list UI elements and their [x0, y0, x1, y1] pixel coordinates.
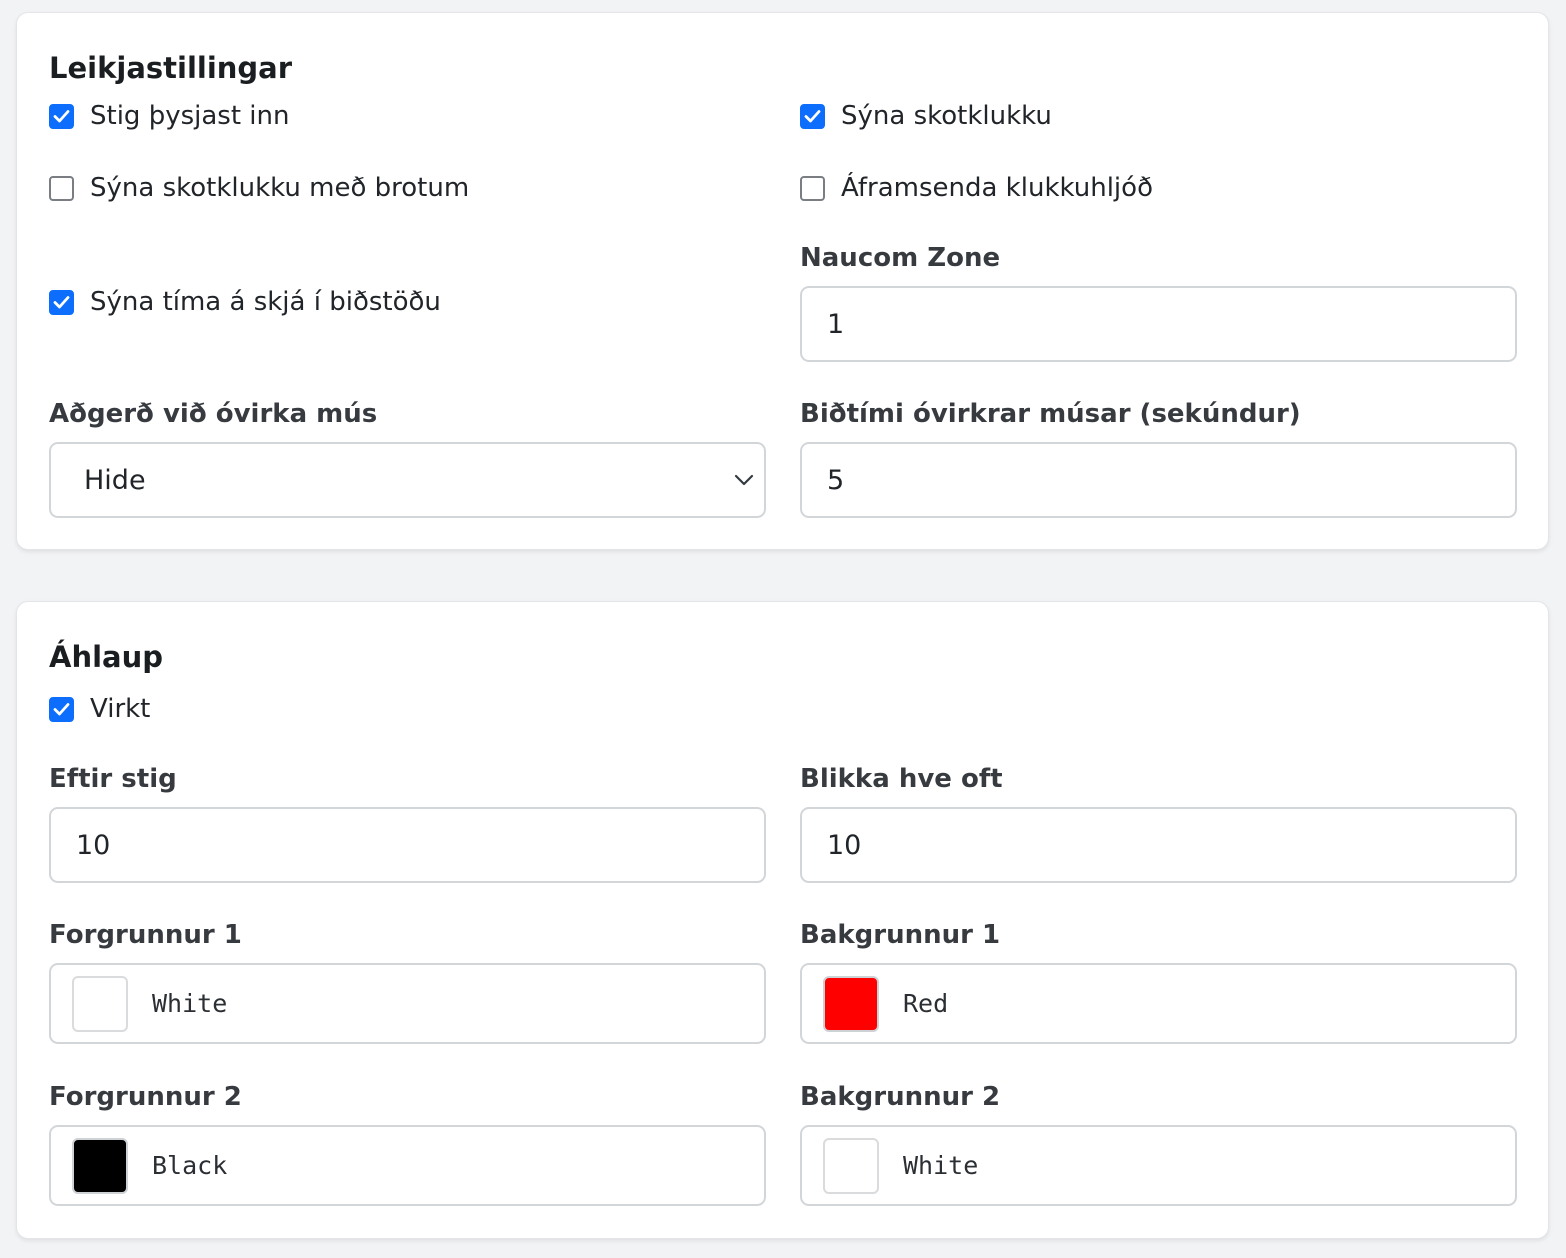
show-shot-clock-fractions-checkbox[interactable]: [49, 175, 74, 201]
checkmark-icon: [53, 296, 70, 309]
background-2-color-name: White: [903, 1151, 979, 1180]
after-points-label: Eftir stig: [49, 764, 177, 794]
show-shot-clock-fractions-checkbox-row[interactable]: Sýna skotklukku með brotum: [49, 173, 469, 203]
attack-enabled-label: Virkt: [90, 694, 151, 724]
idle-mouse-timeout-input[interactable]: 5: [800, 442, 1517, 518]
idle-mouse-action-value: Hide: [84, 464, 146, 496]
attack-title: Áhlaup: [49, 640, 164, 674]
foreground-2-color-picker[interactable]: Black: [49, 1125, 766, 1206]
chevron-down-icon: [734, 474, 754, 486]
scores-stack-checkbox[interactable]: [49, 103, 74, 129]
attack-enabled-checkbox[interactable]: [49, 696, 74, 722]
background-1-color-picker[interactable]: Red: [800, 963, 1517, 1044]
game-settings-title: Leikjastillingar: [49, 51, 293, 85]
foreground-2-label: Forgrunnur 2: [49, 1082, 242, 1112]
attack-card: Áhlaup Virkt Eftir stig 10 Blikka hve of…: [16, 601, 1549, 1239]
checkmark-icon: [53, 703, 70, 716]
idle-mouse-action-select[interactable]: Hide: [49, 442, 766, 518]
blink-frequency-input[interactable]: 10: [800, 807, 1517, 883]
background-2-label: Bakgrunnur 2: [800, 1082, 1001, 1112]
idle-mouse-timeout-value: 5: [827, 464, 845, 496]
checkmark-icon: [53, 110, 70, 123]
show-time-idle-checkbox-row[interactable]: Sýna tíma á skjá í biðstöðu: [49, 287, 441, 317]
show-shot-clock-fractions-label: Sýna skotklukku með brotum: [90, 173, 470, 203]
show-shot-clock-label: Sýna skotklukku: [841, 101, 1052, 131]
show-time-idle-checkbox[interactable]: [49, 289, 74, 315]
naucom-zone-label: Naucom Zone: [800, 243, 1001, 273]
background-2-color-picker[interactable]: White: [800, 1125, 1517, 1206]
checkmark-icon: [804, 110, 821, 123]
idle-mouse-timeout-label: Biðtími óvirkrar músar (sekúndur): [800, 399, 1301, 429]
naucom-zone-input[interactable]: 1: [800, 286, 1517, 362]
foreground-1-swatch[interactable]: [72, 975, 128, 1032]
forward-clock-sound-label: Áframsenda klukkuhljóð: [841, 173, 1153, 203]
foreground-2-swatch[interactable]: [72, 1137, 128, 1194]
blink-frequency-label: Blikka hve oft: [800, 764, 1003, 794]
background-1-label: Bakgrunnur 1: [800, 920, 1001, 950]
naucom-zone-value: 1: [827, 308, 845, 340]
idle-mouse-action-label: Aðgerð við óvirka mús: [49, 399, 378, 429]
show-shot-clock-checkbox[interactable]: [800, 103, 825, 129]
after-points-input[interactable]: 10: [49, 807, 766, 883]
blink-frequency-value: 10: [827, 829, 862, 861]
background-2-swatch[interactable]: [823, 1137, 879, 1194]
forward-clock-sound-checkbox-row[interactable]: Áframsenda klukkuhljóð: [800, 173, 1153, 203]
forward-clock-sound-checkbox[interactable]: [800, 175, 825, 201]
scores-stack-checkbox-row[interactable]: Stig þysjast inn: [49, 101, 289, 131]
foreground-1-label: Forgrunnur 1: [49, 920, 242, 950]
after-points-value: 10: [76, 829, 111, 861]
foreground-2-color-name: Black: [152, 1151, 228, 1180]
attack-enabled-checkbox-row[interactable]: Virkt: [49, 694, 150, 724]
foreground-1-color-name: White: [152, 989, 228, 1018]
foreground-1-color-picker[interactable]: White: [49, 963, 766, 1044]
background-1-color-name: Red: [903, 989, 949, 1018]
show-time-idle-label: Sýna tíma á skjá í biðstöðu: [90, 287, 441, 317]
show-shot-clock-checkbox-row[interactable]: Sýna skotklukku: [800, 101, 1052, 131]
scores-stack-label: Stig þysjast inn: [90, 101, 290, 131]
background-1-swatch[interactable]: [823, 975, 879, 1032]
game-settings-card: Leikjastillingar Stig þysjast inn Sýna s…: [16, 12, 1549, 550]
